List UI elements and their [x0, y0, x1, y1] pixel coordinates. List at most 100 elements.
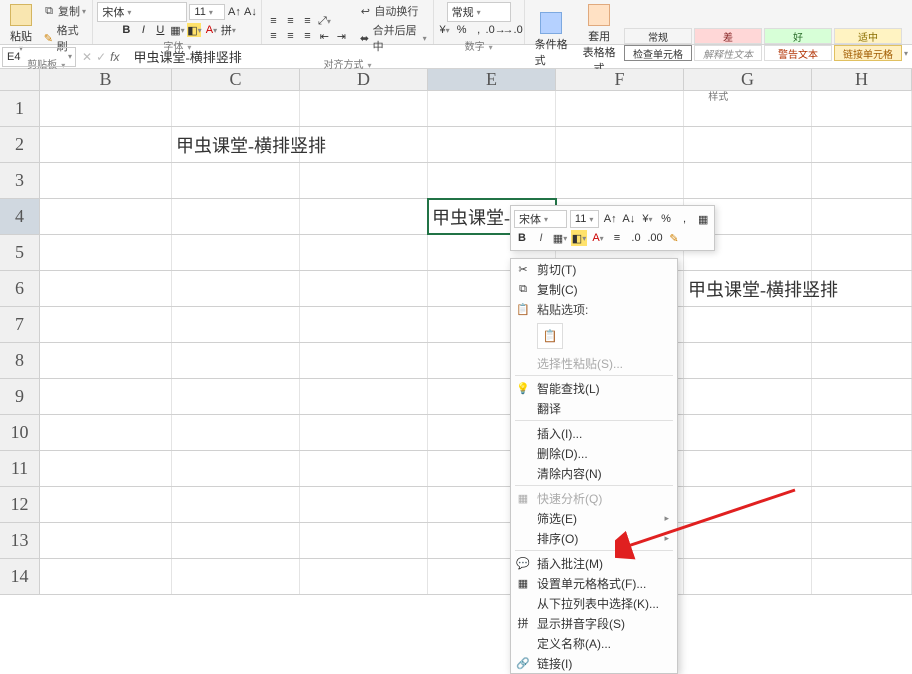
cell-B14[interactable] — [40, 559, 172, 594]
mini-bold-icon[interactable]: B — [514, 230, 530, 246]
cell-B10[interactable] — [40, 415, 172, 450]
cell-H1[interactable] — [812, 91, 912, 126]
cell-C1[interactable] — [172, 91, 300, 126]
row-head-12[interactable]: 12 — [0, 487, 40, 522]
mini-inc-dec-icon[interactable]: .0 — [628, 230, 644, 246]
cell-H12[interactable] — [812, 487, 912, 522]
align-middle-icon[interactable]: ≡ — [283, 14, 297, 28]
cell-C12[interactable] — [172, 487, 300, 522]
cell-C8[interactable] — [172, 343, 300, 378]
cell-H13[interactable] — [812, 523, 912, 558]
font-color-icon[interactable]: A▾ — [204, 23, 218, 37]
cell-D14[interactable] — [300, 559, 428, 594]
fx-icon[interactable]: fx — [110, 50, 119, 64]
align-left-icon[interactable]: ≡ — [266, 29, 280, 43]
ctx-delete[interactable]: 删除(D)... — [511, 443, 677, 463]
cell-B3[interactable] — [40, 163, 172, 198]
cell-G8[interactable] — [684, 343, 812, 378]
align-bottom-icon[interactable]: ≡ — [300, 14, 314, 28]
cell-H11[interactable] — [812, 451, 912, 486]
mini-format-painter-icon[interactable]: ✎ — [666, 230, 682, 246]
cell-D8[interactable] — [300, 343, 428, 378]
cell-G9[interactable] — [684, 379, 812, 414]
cell-C9[interactable] — [172, 379, 300, 414]
cell-B9[interactable] — [40, 379, 172, 414]
col-head-C[interactable]: C — [172, 69, 300, 90]
cell-E1[interactable] — [428, 91, 556, 126]
border-icon[interactable]: ▦▾ — [170, 23, 184, 37]
phonetic-icon[interactable]: 拼▾ — [221, 23, 235, 37]
ctx-show-pinyin[interactable]: 拼显示拼音字段(S) — [511, 613, 677, 633]
cell-C3[interactable] — [172, 163, 300, 198]
number-format-combo[interactable]: 常规▾ — [447, 2, 511, 22]
cell-B5[interactable] — [40, 235, 172, 270]
align-right-icon[interactable]: ≡ — [300, 29, 314, 43]
row-head-6[interactable]: 6 — [0, 271, 40, 306]
cell-B4[interactable] — [40, 199, 172, 234]
mini-border-icon[interactable]: ▦▾ — [552, 230, 568, 246]
decrease-font-icon[interactable]: A↓ — [243, 5, 257, 19]
row-head-14[interactable]: 14 — [0, 559, 40, 594]
row-head-4[interactable]: 4 — [0, 199, 40, 234]
comma-icon[interactable]: , — [472, 23, 486, 37]
cell-G1[interactable] — [684, 91, 812, 126]
col-head-H[interactable]: H — [812, 69, 912, 90]
ctx-translate[interactable]: 翻译 — [511, 398, 677, 418]
cell-D12[interactable] — [300, 487, 428, 522]
col-head-G[interactable]: G — [684, 69, 812, 90]
ctx-cut[interactable]: ✂剪切(T) — [511, 259, 677, 279]
formula-input[interactable]: 甲虫课堂-横排竖排 — [129, 47, 912, 66]
cell-H7[interactable] — [812, 307, 912, 342]
mini-align-icon[interactable]: ≡ — [609, 230, 625, 246]
cell-H8[interactable] — [812, 343, 912, 378]
cell-H3[interactable] — [812, 163, 912, 198]
cell-C5[interactable] — [172, 235, 300, 270]
ctx-link[interactable]: 🔗链接(I) — [511, 653, 677, 673]
col-head-D[interactable]: D — [300, 69, 428, 90]
orientation-icon[interactable]: ⤢▾ — [317, 14, 331, 28]
cell-D1[interactable] — [300, 91, 428, 126]
cell-H10[interactable] — [812, 415, 912, 450]
cell-D7[interactable] — [300, 307, 428, 342]
row-head-13[interactable]: 13 — [0, 523, 40, 558]
cell-B8[interactable] — [40, 343, 172, 378]
mini-dec-inc-icon[interactable]: .00 — [647, 230, 663, 246]
bold-icon[interactable]: B — [119, 23, 133, 37]
inc-decimal-icon[interactable]: .0→ — [489, 23, 503, 37]
paste-opt-default[interactable]: 📋 — [537, 323, 563, 349]
font-name-combo[interactable]: 宋体▾ — [97, 2, 187, 22]
ctx-pick-from-list[interactable]: 从下拉列表中选择(K)... — [511, 593, 677, 613]
wrap-text-button[interactable]: ↩自动换行 — [356, 2, 428, 20]
cell-C13[interactable] — [172, 523, 300, 558]
cell-D2[interactable] — [300, 127, 428, 162]
col-head-B[interactable]: B — [40, 69, 172, 90]
cell-H9[interactable] — [812, 379, 912, 414]
cell-H2[interactable] — [812, 127, 912, 162]
increase-font-icon[interactable]: A↑ — [227, 5, 241, 19]
currency-icon[interactable]: ¥▾ — [438, 23, 452, 37]
row-head-3[interactable]: 3 — [0, 163, 40, 198]
ctx-copy[interactable]: ⧉复制(C) — [511, 279, 677, 299]
cell-F1[interactable] — [556, 91, 684, 126]
cell-G2[interactable] — [684, 127, 812, 162]
mini-percent-icon[interactable]: % — [658, 211, 674, 227]
cell-C2[interactable]: 甲虫课堂-横排竖排 — [172, 127, 300, 162]
fill-color-icon[interactable]: ◧▾ — [187, 23, 201, 37]
cell-D11[interactable] — [300, 451, 428, 486]
mini-italic-icon[interactable]: I — [533, 230, 549, 246]
cell-B12[interactable] — [40, 487, 172, 522]
cell-B13[interactable] — [40, 523, 172, 558]
dec-decimal-icon[interactable]: →.0 — [506, 23, 520, 37]
mini-dec-font-icon[interactable]: A↓ — [621, 211, 637, 227]
cancel-formula-icon[interactable]: ✕ — [82, 50, 92, 64]
cell-G12[interactable] — [684, 487, 812, 522]
cell-D3[interactable] — [300, 163, 428, 198]
mini-currency-icon[interactable]: ¥▾ — [640, 211, 656, 227]
cell-C4[interactable] — [172, 199, 300, 234]
style-bad[interactable]: 差 — [694, 28, 762, 44]
ctx-smart-lookup[interactable]: 💡智能查找(L) — [511, 378, 677, 398]
mini-size-combo[interactable]: 11▾ — [570, 210, 600, 228]
mini-comma-icon[interactable]: , — [677, 211, 693, 227]
cell-D10[interactable] — [300, 415, 428, 450]
name-box[interactable]: E4▾ — [2, 47, 76, 67]
